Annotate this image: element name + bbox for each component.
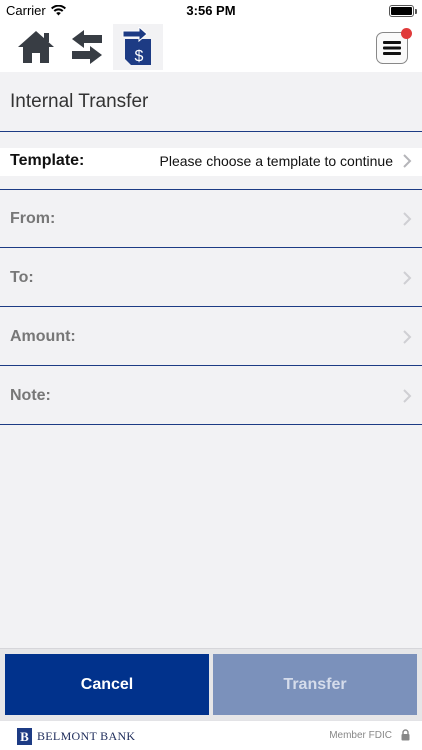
template-row[interactable]: Template: Please choose a template to co… — [0, 132, 422, 190]
note-row[interactable]: Note: — [0, 367, 422, 425]
bank-name: BELMONT BANK — [37, 729, 136, 743]
home-icon — [18, 31, 54, 63]
transfer-button[interactable]: Transfer — [213, 654, 417, 715]
from-row[interactable]: From: — [0, 190, 422, 248]
svg-text:$: $ — [135, 48, 144, 65]
to-row[interactable]: To: — [0, 249, 422, 307]
template-value: Please choose a template to continue — [159, 152, 394, 169]
hamburger-menu-icon — [383, 41, 401, 55]
from-label: From: — [10, 209, 56, 227]
clock: 3:56 PM — [186, 3, 236, 18]
transfer-dollar-icon: $ — [122, 27, 151, 65]
status-bar: Carrier 3:56 PM — [0, 0, 422, 22]
chevron-right-icon — [403, 329, 412, 344]
transfers-button[interactable] — [65, 24, 109, 70]
template-label: Template: — [10, 151, 85, 169]
amount-row[interactable]: Amount: — [0, 308, 422, 366]
battery-icon — [389, 5, 417, 17]
toolbar: $ — [0, 22, 422, 72]
fdic-label: Member FDIC — [329, 730, 392, 741]
note-label: Note: — [10, 386, 51, 404]
amount-label: Amount: — [10, 327, 76, 345]
chevron-right-icon — [403, 388, 412, 403]
internal-transfer-button[interactable]: $ — [113, 24, 163, 70]
cancel-button[interactable]: Cancel — [5, 654, 209, 715]
menu-button[interactable] — [376, 28, 412, 64]
page-title: Internal Transfer — [10, 91, 149, 112]
chevron-right-icon — [403, 153, 412, 168]
notification-badge — [401, 28, 412, 39]
to-label: To: — [10, 268, 34, 286]
brand-footer: B BELMONT BANK Member FDIC — [0, 720, 422, 750]
action-bar: Cancel Transfer — [0, 648, 422, 720]
bank-logo: B — [17, 728, 32, 745]
swap-arrows-icon — [72, 30, 102, 64]
chevron-right-icon — [403, 270, 412, 285]
home-button[interactable] — [14, 24, 58, 70]
chevron-right-icon — [403, 211, 412, 226]
lock-icon — [401, 729, 410, 741]
